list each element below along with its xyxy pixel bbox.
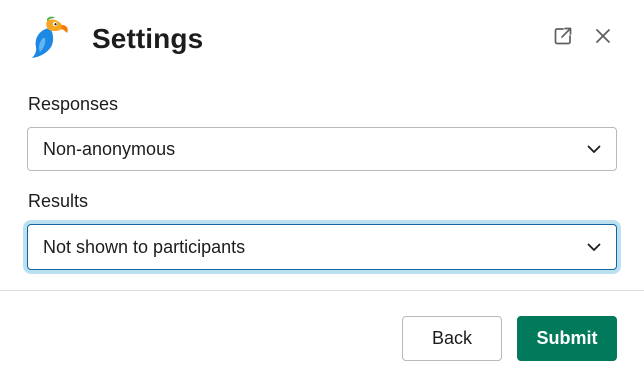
close-button[interactable]	[589, 24, 617, 52]
responses-label: Responses	[28, 94, 119, 114]
modal-header: Settings	[0, 0, 644, 78]
results-select[interactable]: Not shown to participants	[27, 224, 617, 270]
modal-title: Settings	[92, 23, 204, 54]
footer-divider	[0, 290, 644, 291]
chevron-down-icon	[586, 239, 602, 255]
results-label: Results	[28, 191, 89, 211]
external-link-icon	[553, 26, 573, 51]
back-button[interactable]: Back	[402, 316, 502, 361]
settings-modal: Settings Responses Non-anonymous Results…	[0, 0, 644, 383]
responses-select-value: Non-anonymous	[43, 138, 176, 159]
submit-button[interactable]: Submit	[517, 316, 617, 361]
results-select-value: Not shown to participants	[43, 236, 246, 257]
parrot-logo-icon	[28, 16, 72, 60]
responses-select[interactable]: Non-anonymous	[27, 127, 617, 171]
popout-button[interactable]	[549, 24, 577, 52]
chevron-down-icon	[586, 141, 602, 157]
close-icon	[594, 27, 612, 50]
